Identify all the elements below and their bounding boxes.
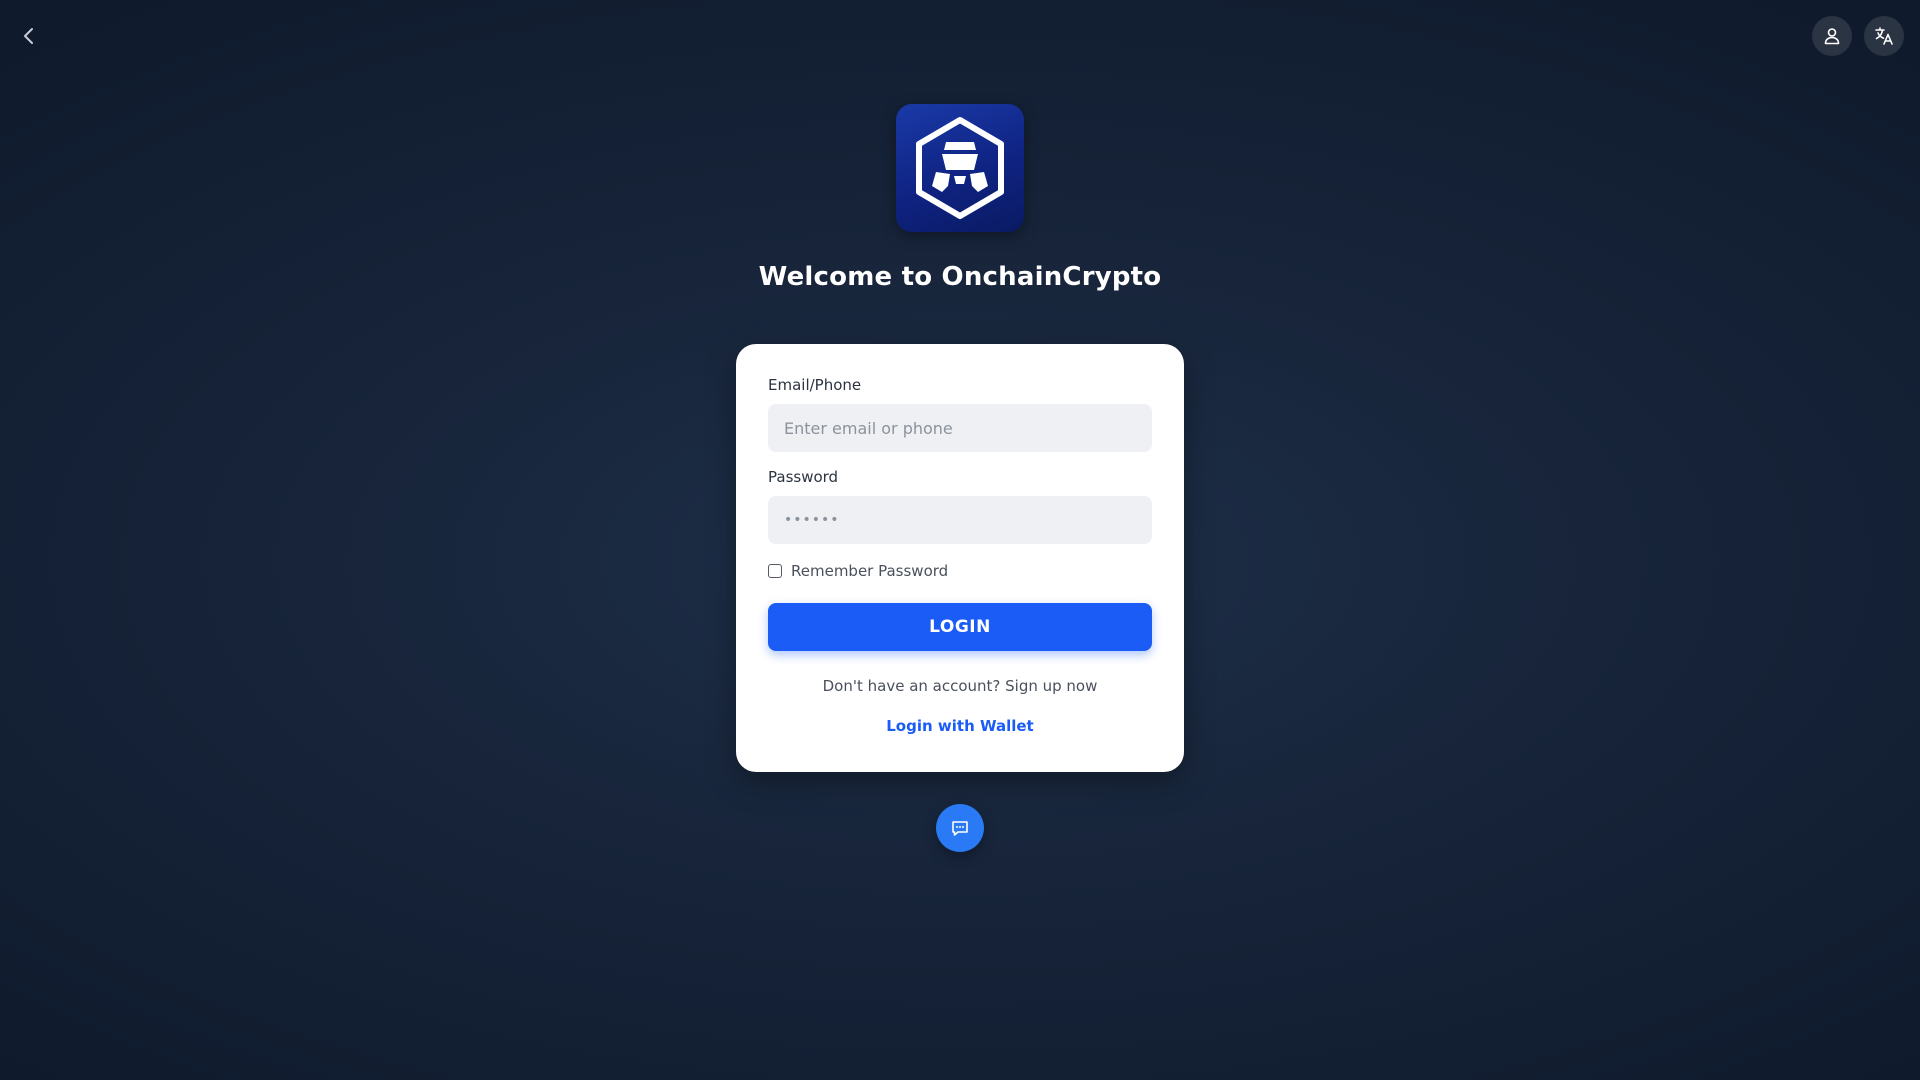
email-field[interactable] (768, 404, 1152, 452)
password-label: Password (768, 468, 839, 486)
remember-label: Remember Password (791, 562, 949, 580)
page-title: Welcome to OnchainCrypto (758, 262, 1162, 292)
support-chat-button[interactable] (936, 804, 984, 852)
remember-password-toggle[interactable]: Remember Password (768, 562, 948, 580)
translate-icon (1875, 27, 1893, 45)
remember-checkbox[interactable] (768, 564, 782, 578)
chat-bubble-icon (952, 821, 968, 836)
back-button[interactable] (14, 20, 42, 52)
wallet-login-link[interactable]: Login with Wallet (736, 717, 1184, 735)
signup-link[interactable]: Don't have an account? Sign up now (736, 677, 1184, 695)
user-button[interactable] (1812, 16, 1852, 56)
login-button[interactable]: LOGIN (768, 603, 1152, 651)
email-label: Email/Phone (768, 376, 862, 394)
language-button[interactable] (1864, 16, 1904, 56)
login-card: Email/Phone Password Remember Password L… (736, 344, 1184, 772)
app-logo (896, 104, 1024, 232)
crypto-shield-logo (916, 117, 1004, 219)
user-icon (1824, 28, 1840, 45)
chevron-left-icon (24, 28, 33, 44)
password-field[interactable] (768, 496, 1152, 544)
